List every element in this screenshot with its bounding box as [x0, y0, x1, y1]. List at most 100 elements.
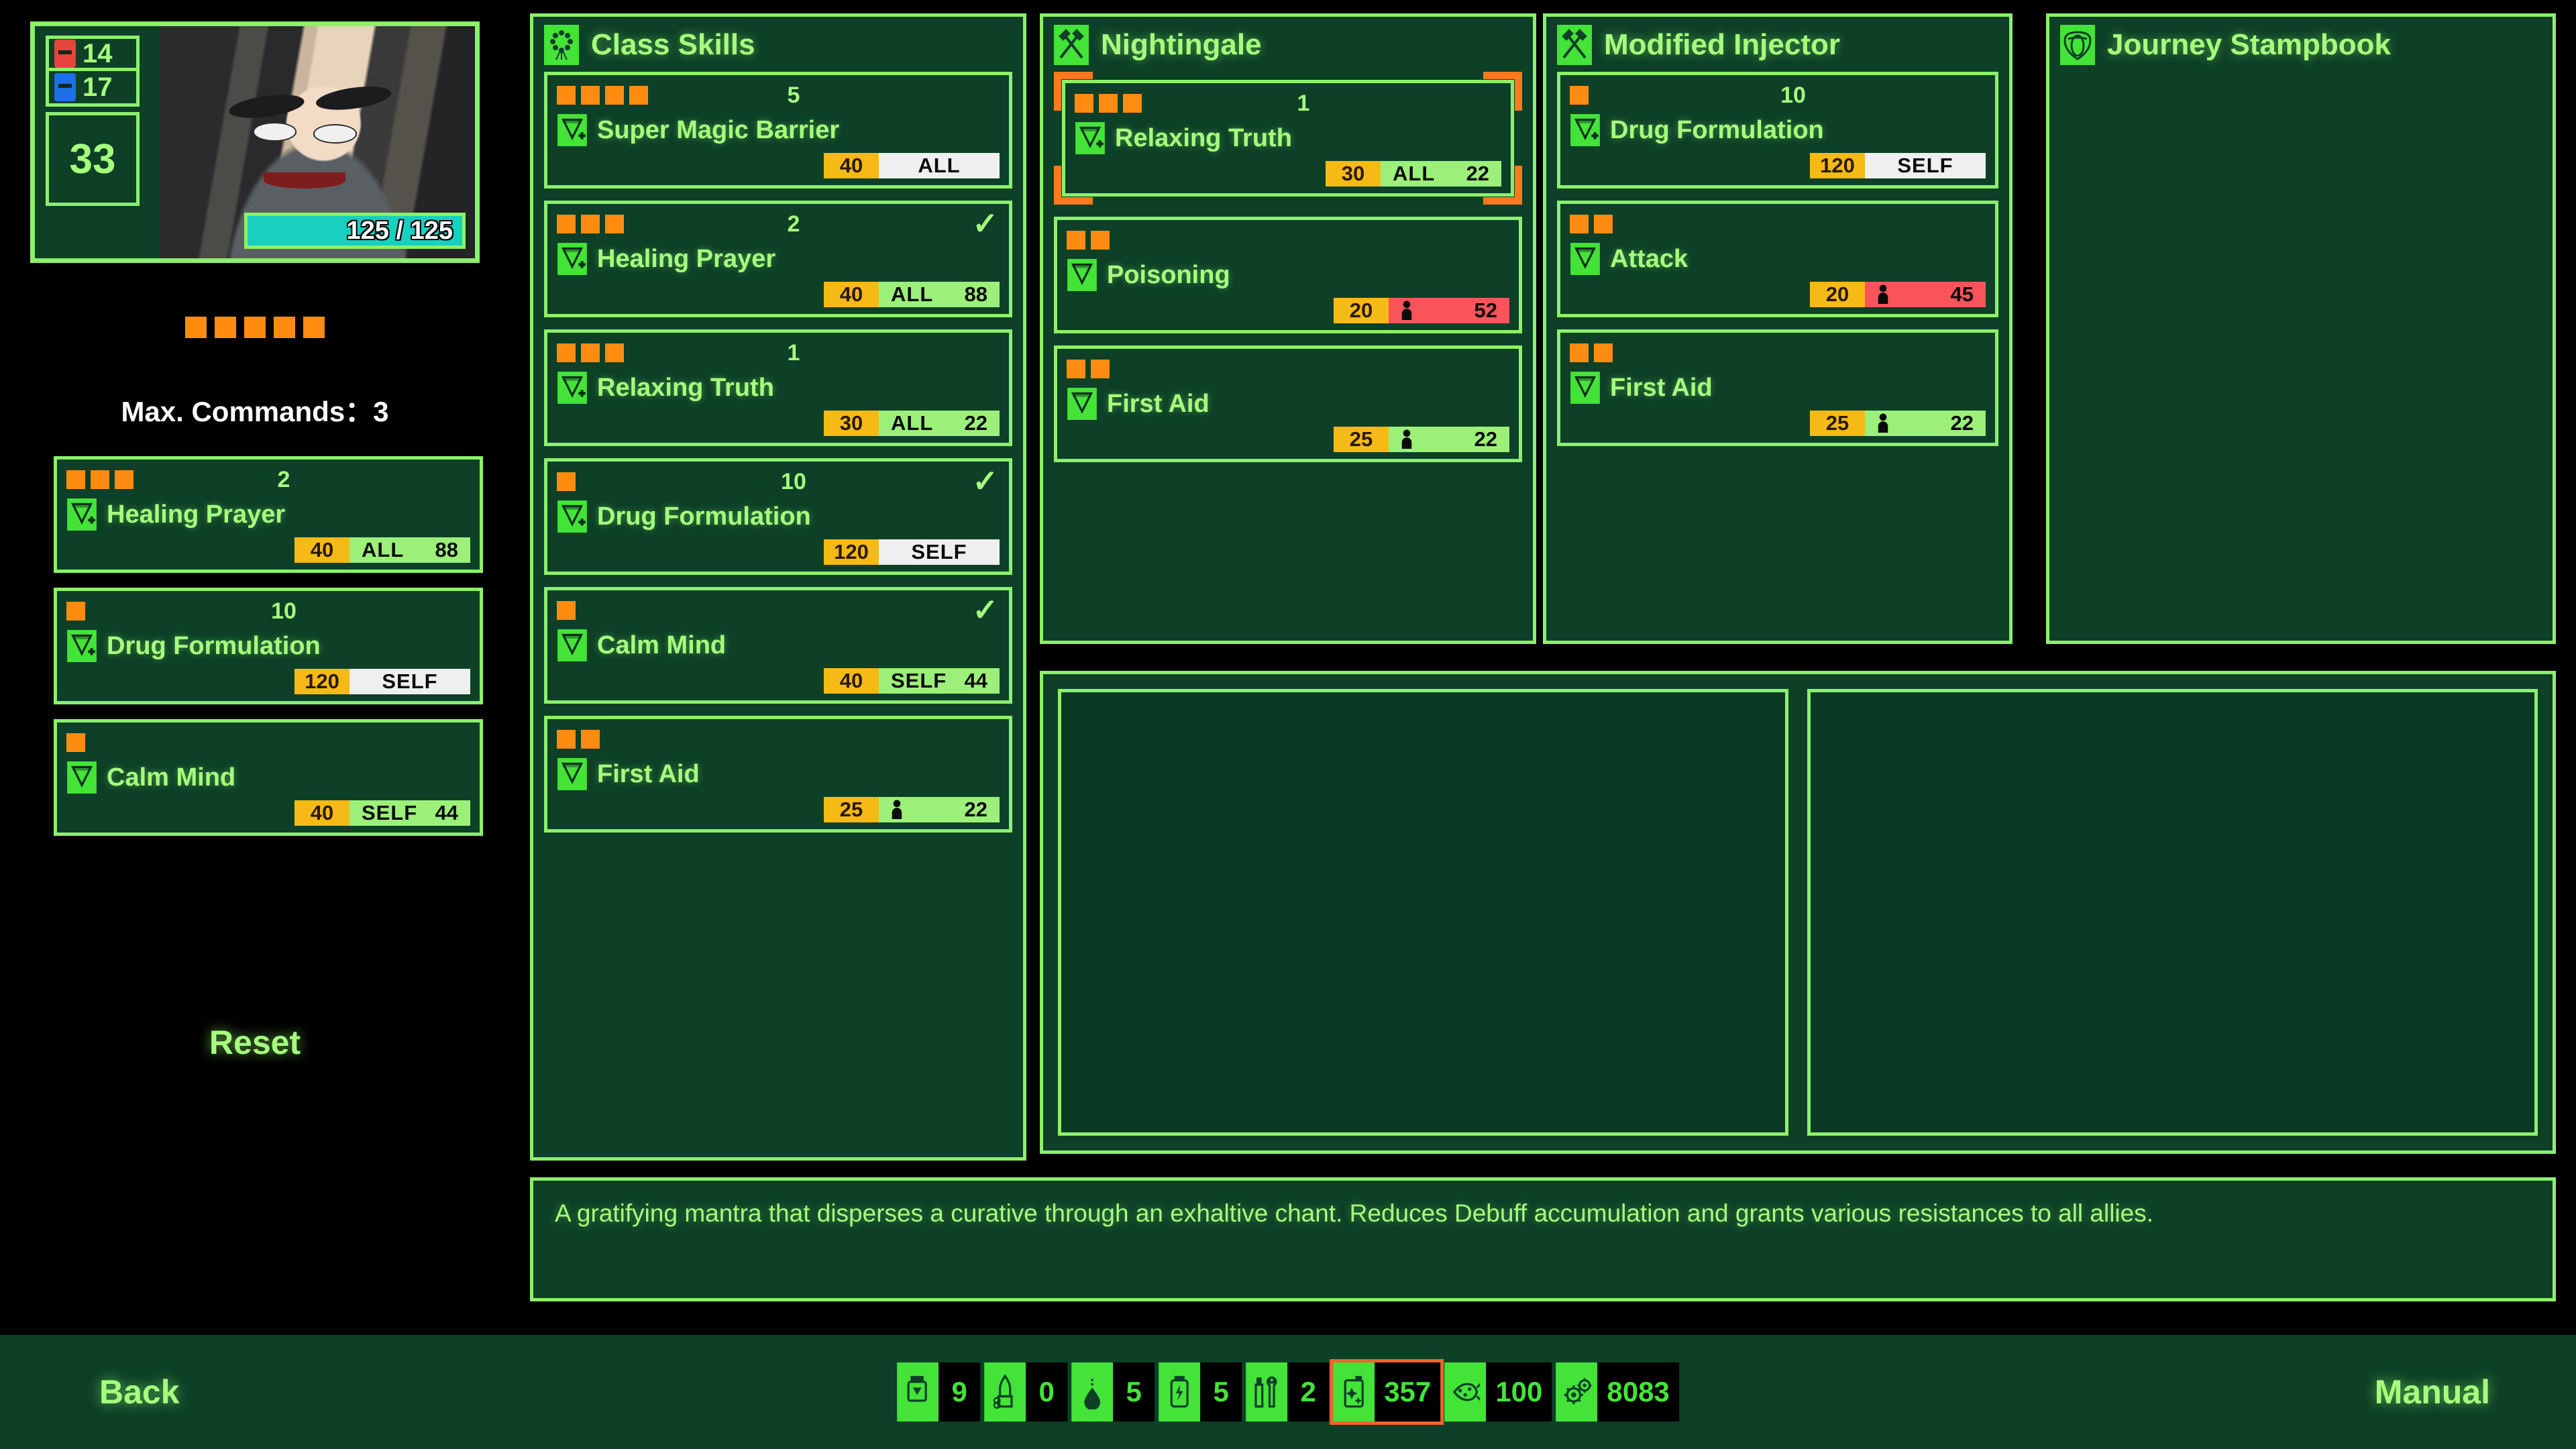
- buff-flask-plus-icon: [557, 371, 588, 405]
- skill-card[interactable]: 5 Super Magic Barrier 40 ALL: [544, 72, 1012, 189]
- card-top-row: [1570, 338, 1986, 368]
- class-skill-cards: 5 Super Magic Barrier 40 ALL 2 ✓: [533, 69, 1023, 843]
- skill-cost: 30: [1326, 161, 1381, 186]
- empty-slot-left[interactable]: [1058, 689, 1788, 1136]
- skill-target: SELF 44: [350, 800, 470, 826]
- resource-requirement: 1: [1267, 89, 1310, 117]
- resource-counter[interactable]: 0: [984, 1362, 1067, 1421]
- card-top-row: [557, 724, 1000, 754]
- reset-button[interactable]: Reset: [0, 1023, 510, 1062]
- card-sparkle-icon: [1750, 81, 1775, 109]
- gears-icon: [1556, 1362, 1597, 1421]
- card-stats-row: 120 SELF: [557, 539, 1000, 565]
- skill-name: Relaxing Truth: [597, 374, 774, 402]
- card-name-row: Drug Formulation: [66, 626, 470, 666]
- skill-name: Drug Formulation: [107, 632, 321, 661]
- skill-card[interactable]: First Aid 25 22: [1054, 345, 1522, 462]
- card-name-row: Drug Formulation: [557, 496, 1000, 537]
- card-top-row: 10: [1570, 80, 1986, 110]
- cost-pip: [629, 86, 648, 105]
- skill-name: Drug Formulation: [597, 502, 811, 531]
- skill-card[interactable]: First Aid 25 22: [1557, 329, 1998, 446]
- cost-pips: [1570, 86, 1589, 105]
- skill-name: Healing Prayer: [107, 500, 285, 529]
- max-commands-label: Max. Commands：3: [0, 389, 510, 430]
- skill-name: Poisoning: [1107, 261, 1230, 290]
- target-label: ALL: [891, 411, 933, 435]
- card-stats-row: 30 ALL 22: [557, 411, 1000, 436]
- skill-card[interactable]: Calm Mind 40 SELF 44: [54, 719, 483, 836]
- red-card-icon: [54, 40, 76, 68]
- medicine-bottle-icon: [757, 210, 782, 238]
- resource-value: 100: [1486, 1362, 1552, 1421]
- target-label: SELF: [362, 801, 417, 825]
- panel-header-stampbook: Journey Stampbook: [2049, 17, 2553, 69]
- card-top-row: 1: [1075, 89, 1501, 118]
- character-level: 33: [46, 112, 140, 206]
- resource-counter[interactable]: 2: [1246, 1362, 1329, 1421]
- skill-target: SELF 44: [879, 668, 1000, 694]
- cost-pips: [1067, 231, 1110, 250]
- cost-pip: [1570, 215, 1589, 233]
- card-stats-row: 25 22: [1067, 427, 1509, 452]
- panel-class-skills: Class Skills 5 Super Magic Barrier 40 AL…: [530, 13, 1026, 1161]
- resource-counter[interactable]: 357: [1333, 1362, 1440, 1421]
- skill-card[interactable]: 10 Drug Formulation 120 SELF: [54, 588, 483, 704]
- skill-card[interactable]: 1 Relaxing Truth 30 ALL 22: [544, 329, 1012, 446]
- card-stats-row: 40 ALL 88: [66, 537, 470, 563]
- resource-counter[interactable]: 5: [1159, 1362, 1242, 1421]
- skill-card[interactable]: 2 Healing Prayer 40 ALL 88: [54, 456, 483, 573]
- skill-power: 88: [435, 538, 458, 562]
- back-button[interactable]: Back: [99, 1373, 180, 1411]
- person-target-icon: [891, 800, 903, 820]
- skill-card[interactable]: Poisoning 20 52: [1054, 217, 1522, 333]
- skill-card[interactable]: ✓ Calm Mind 40 SELF 44: [544, 587, 1012, 704]
- skill-power: 52: [1474, 299, 1497, 323]
- skill-name: Attack: [1610, 245, 1688, 274]
- cost-pips: [1570, 215, 1613, 233]
- card-top-row: 10 ✓: [557, 467, 1000, 496]
- game-screen: 14 17 33 125 / 125 Max. Commands：3: [0, 0, 2576, 1449]
- rosary-beads-icon: [544, 25, 579, 65]
- resource-value: 5: [1200, 1362, 1242, 1421]
- resource-counter[interactable]: 5: [1071, 1362, 1155, 1421]
- card-top-row: [1570, 209, 1986, 239]
- card-top-row: 1: [557, 338, 1000, 368]
- skill-name: Drug Formulation: [1610, 116, 1824, 145]
- left-sidebar: 14 17 33 125 / 125 Max. Commands：3: [0, 0, 510, 1348]
- panel-nightingale: Nightingale 1 Relaxing Truth 30 ALL: [1040, 13, 1536, 644]
- resource-count: 10: [1780, 84, 1806, 107]
- cost-pips: [66, 733, 85, 752]
- resource-counter[interactable]: 9: [897, 1362, 980, 1421]
- resource-count: 10: [271, 600, 297, 623]
- skill-cost: 20: [1334, 298, 1389, 323]
- resource-counter[interactable]: 100: [1444, 1362, 1552, 1421]
- skill-card[interactable]: 2 ✓ Healing Prayer 40 ALL 88: [544, 201, 1012, 317]
- cost-pips: [66, 602, 85, 621]
- skill-power: 22: [1466, 162, 1489, 186]
- target-label: SELF: [382, 669, 437, 694]
- blue-card-icon: [54, 73, 76, 101]
- ammo-bullet-icon: [984, 1362, 1026, 1421]
- resource-requirement: 1: [757, 339, 800, 367]
- skill-target: 45: [1865, 282, 1986, 307]
- skill-card[interactable]: 10 ✓ Drug Formulation 120 SELF: [544, 458, 1012, 575]
- cost-pips: [557, 601, 576, 620]
- resource-value: 9: [938, 1362, 980, 1421]
- manual-button[interactable]: Manual: [2375, 1373, 2490, 1411]
- skill-card[interactable]: First Aid 25 22: [544, 716, 1012, 833]
- resource-count: 1: [1297, 92, 1310, 115]
- command-pip: [215, 317, 236, 338]
- skill-power: 44: [965, 669, 987, 693]
- stat-blue-value: 17: [83, 74, 113, 101]
- resource-counter[interactable]: 8083: [1556, 1362, 1678, 1421]
- skill-card[interactable]: 1 Relaxing Truth 30 ALL 22: [1062, 80, 1514, 197]
- card-sparkle-icon: [240, 597, 266, 625]
- skill-description-text: A gratifying mantra that disperses a cur…: [533, 1181, 2553, 1246]
- skill-card[interactable]: Attack 20 45: [1557, 201, 1998, 317]
- stat-row-blue: 17: [46, 71, 140, 107]
- empty-slot-right[interactable]: [1807, 689, 2538, 1136]
- skill-card[interactable]: 10 Drug Formulation 120 SELF: [1557, 72, 1998, 189]
- skill-name: Super Magic Barrier: [597, 116, 839, 145]
- cost-pip: [1123, 94, 1142, 113]
